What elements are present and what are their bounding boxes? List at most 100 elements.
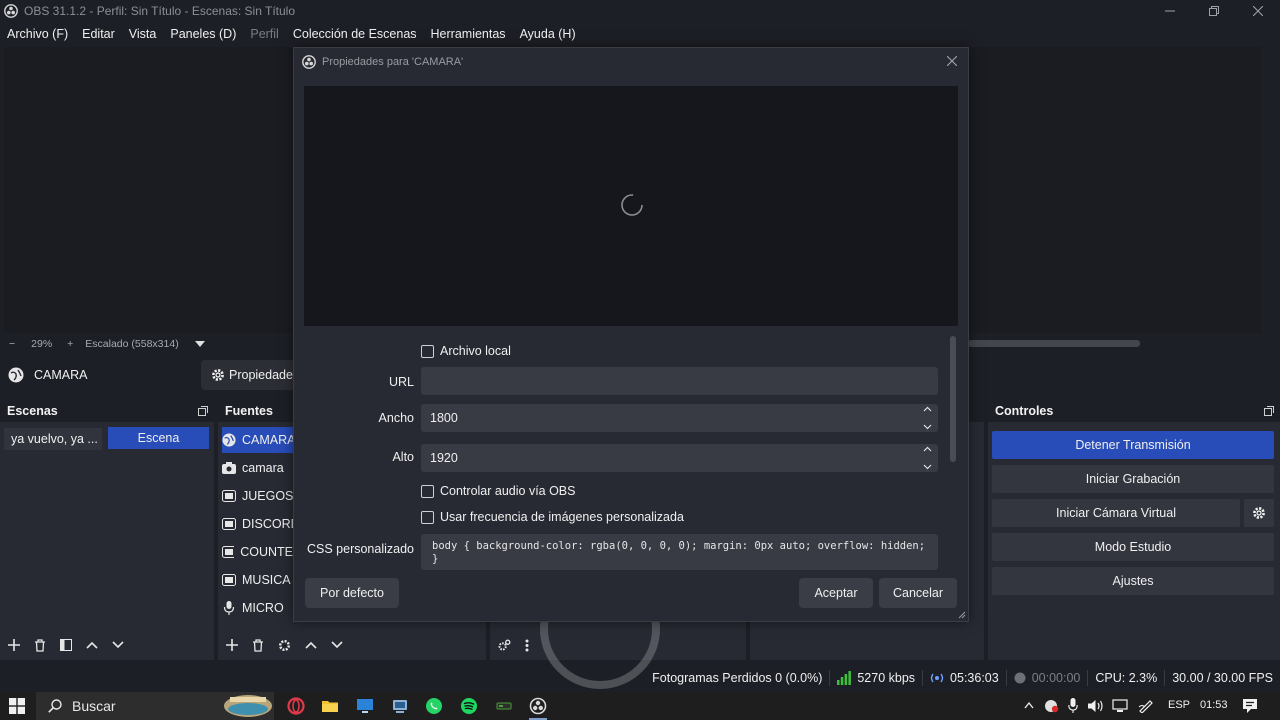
- dialog-title-bar: Propiedades para 'CAMARA': [294, 48, 968, 76]
- menu-coleccion-escenas[interactable]: Colección de Escenas: [286, 27, 424, 41]
- resize-grip-icon[interactable]: [958, 611, 966, 619]
- windows-taskbar: Buscar ESP 01:53: [0, 692, 1280, 720]
- control-audio-checkbox-row[interactable]: Controlar audio vía OBS: [421, 484, 576, 498]
- virtual-camera-settings-button[interactable]: [1244, 499, 1274, 527]
- width-spinner[interactable]: [920, 406, 934, 430]
- defaults-button[interactable]: Por defecto: [305, 578, 399, 608]
- language-indicator[interactable]: ESP: [1168, 699, 1190, 711]
- settings-button[interactable]: Ajustes: [992, 567, 1274, 595]
- remote-desktop-icon[interactable]: [356, 697, 374, 715]
- local-file-checkbox[interactable]: [421, 344, 434, 358]
- windows-start-icon[interactable]: [9, 698, 27, 716]
- scenes-footer: [0, 630, 214, 660]
- minimize-button[interactable]: [1148, 0, 1192, 22]
- source-item-juegos[interactable]: JUEGOS: [222, 483, 302, 509]
- browser-icon: [8, 367, 24, 383]
- caret-down-icon[interactable]: [194, 341, 205, 347]
- obs-taskbar-icon[interactable]: [529, 697, 547, 715]
- trash-icon[interactable]: [252, 638, 264, 652]
- source-item-musica[interactable]: MUSICA: [222, 567, 302, 593]
- width-label: Ancho: [378, 411, 414, 425]
- custom-css-label: CSS personalizado: [306, 542, 414, 556]
- width-input[interactable]: 1800: [421, 404, 938, 432]
- nvidia-app-icon[interactable]: [495, 697, 513, 715]
- undock-icon[interactable]: [198, 406, 208, 416]
- controls-header: Controles: [988, 400, 1280, 422]
- preview-horizontal-scrollbar[interactable]: [968, 340, 1140, 347]
- chevron-down-icon[interactable]: [923, 424, 932, 430]
- desktop-app-icon[interactable]: [391, 697, 409, 715]
- tray-microphone-icon[interactable]: [1068, 698, 1078, 713]
- zoom-in-button[interactable]: +: [67, 338, 73, 350]
- control-audio-checkbox[interactable]: [421, 484, 434, 498]
- local-file-checkbox-row[interactable]: Archivo local: [421, 344, 511, 358]
- properties-button[interactable]: Propiedades: [201, 360, 301, 390]
- dialog-close-button[interactable]: [944, 53, 960, 69]
- zoom-out-button[interactable]: −: [9, 338, 15, 350]
- menu-ayuda[interactable]: Ayuda (H): [513, 27, 583, 41]
- url-input[interactable]: [421, 367, 938, 395]
- url-label: URL: [388, 375, 414, 389]
- search-highlight-icon: [224, 695, 272, 717]
- tray-network-icon[interactable]: [1112, 699, 1128, 713]
- height-input[interactable]: 1920: [421, 444, 938, 472]
- menu-dots-icon[interactable]: [525, 639, 529, 652]
- gear-icon: [1253, 507, 1265, 519]
- undock-icon[interactable]: [1264, 406, 1274, 416]
- move-up-icon[interactable]: [86, 641, 98, 649]
- tray-app-icon[interactable]: [1044, 699, 1060, 713]
- custom-css-textarea[interactable]: body { background-color: rgba(0, 0, 0, 0…: [421, 534, 938, 570]
- custom-fps-checkbox[interactable]: [421, 510, 434, 524]
- height-value: 1920: [430, 451, 458, 465]
- start-recording-button[interactable]: Iniciar Grabación: [992, 465, 1274, 493]
- record-time-text: 00:00:00: [1031, 671, 1081, 685]
- clock-time[interactable]: 01:53: [1200, 699, 1228, 711]
- source-item-discord[interactable]: DISCORD: [222, 511, 302, 537]
- move-down-icon[interactable]: [331, 641, 343, 649]
- menu-editar[interactable]: Editar: [75, 27, 122, 41]
- stop-stream-button[interactable]: Detener Transmisión: [992, 431, 1274, 459]
- plus-icon[interactable]: [8, 639, 20, 651]
- studio-mode-button[interactable]: Modo Estudio: [992, 533, 1274, 561]
- start-virtual-camera-button[interactable]: Iniciar Cámara Virtual: [992, 499, 1240, 527]
- window-capture-icon: [222, 490, 236, 502]
- whatsapp-icon[interactable]: [425, 697, 443, 715]
- notifications-icon[interactable]: [1242, 698, 1258, 714]
- restore-button[interactable]: [1192, 0, 1236, 22]
- tray-pen-icon[interactable]: [1138, 699, 1154, 713]
- move-down-icon[interactable]: [112, 641, 124, 649]
- menu-vista[interactable]: Vista: [122, 27, 164, 41]
- tray-chevron-up-icon[interactable]: [1024, 701, 1034, 709]
- gear-icon[interactable]: [278, 639, 291, 652]
- menu-paneles[interactable]: Paneles (D): [163, 27, 243, 41]
- custom-fps-checkbox-row[interactable]: Usar frecuencia de imágenes personalizad…: [421, 510, 684, 524]
- spotify-icon[interactable]: [460, 697, 478, 715]
- plus-icon[interactable]: [226, 639, 238, 651]
- menu-herramientas[interactable]: Herramientas: [424, 27, 513, 41]
- source-label: MICRO: [242, 601, 284, 615]
- menu-perfil[interactable]: Perfil: [243, 27, 285, 41]
- filters-icon[interactable]: [60, 639, 72, 651]
- scene-button[interactable]: Escena: [108, 427, 209, 449]
- source-item-micro[interactable]: MICRO: [222, 595, 302, 621]
- scene-item[interactable]: ya vuelvo, ya ...: [4, 428, 102, 450]
- chevron-up-icon[interactable]: [923, 406, 932, 412]
- file-explorer-icon[interactable]: [321, 697, 339, 715]
- source-item-camara-device[interactable]: camara: [222, 455, 302, 481]
- source-item-camara-browser[interactable]: CAMARA: [222, 427, 302, 453]
- menu-archivo[interactable]: Archivo (F): [0, 27, 75, 41]
- chevron-up-icon[interactable]: [923, 446, 932, 452]
- advanced-audio-icon[interactable]: [498, 639, 511, 652]
- close-window-button[interactable]: [1236, 0, 1280, 22]
- source-item-counter[interactable]: COUNTER: [222, 539, 302, 565]
- chevron-down-icon[interactable]: [923, 464, 932, 470]
- opera-gx-icon[interactable]: [287, 697, 305, 715]
- tray-volume-icon[interactable]: [1088, 699, 1104, 713]
- height-spinner[interactable]: [920, 446, 934, 470]
- trash-icon[interactable]: [34, 638, 46, 652]
- move-up-icon[interactable]: [305, 641, 317, 649]
- width-value: 1800: [430, 411, 458, 425]
- cancel-button[interactable]: Cancelar: [879, 578, 957, 608]
- properties-scrollbar[interactable]: [950, 336, 956, 462]
- ok-button[interactable]: Aceptar: [799, 578, 873, 608]
